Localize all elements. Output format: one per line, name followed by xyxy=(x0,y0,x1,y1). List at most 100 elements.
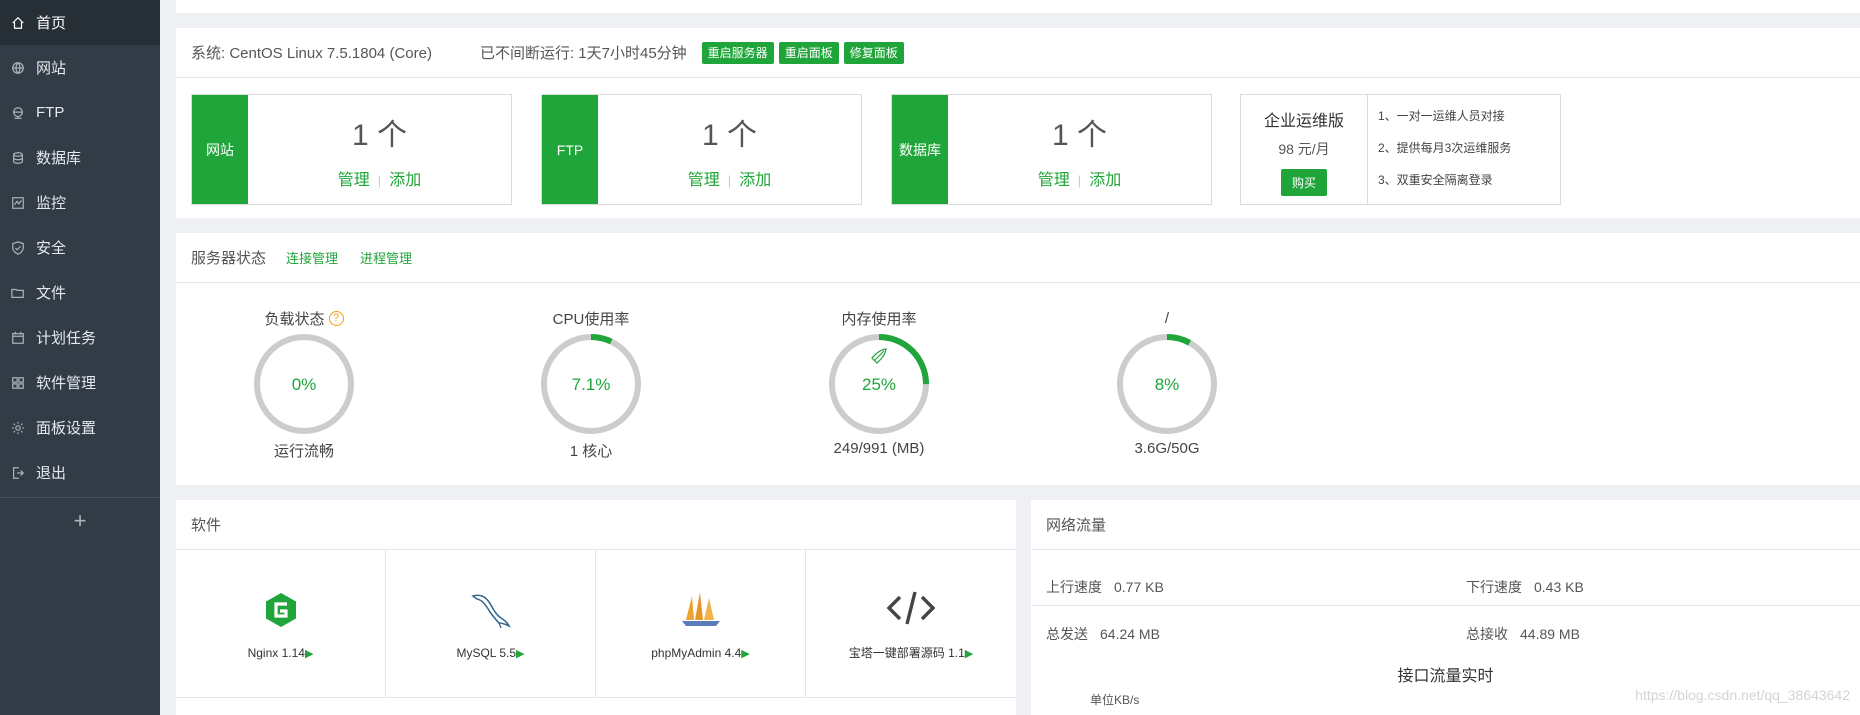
enterprise-feature: 1、一对一运维人员对接 xyxy=(1378,109,1505,123)
gauge-title: / xyxy=(1164,309,1170,327)
sidebar-item-software[interactable]: 软件管理 xyxy=(0,360,160,405)
total-received: 总接收 44.89 MB xyxy=(1466,626,1580,642)
sidebar-item-logout[interactable]: 退出 xyxy=(0,450,160,495)
grid-icon xyxy=(10,375,26,391)
server-status-panel: 服务器状态 连接管理 进程管理 xyxy=(176,233,1860,485)
connection-manage-link[interactable]: 连接管理 xyxy=(286,248,338,267)
database-icon xyxy=(10,150,26,166)
manage-ftp-link[interactable]: 管理 xyxy=(688,172,720,189)
manage-website-link[interactable]: 管理 xyxy=(338,172,370,189)
add-database-link[interactable]: 添加 xyxy=(1089,172,1121,189)
card-tag: 数据库 xyxy=(892,95,948,204)
sidebar-item-monitor[interactable]: 监控 xyxy=(0,180,160,225)
play-icon[interactable]: ▶ xyxy=(516,648,524,660)
cpu-gauge[interactable]: CPU使用率 7.1% 1 核心 xyxy=(516,308,666,461)
network-header: 网络流量 xyxy=(1031,500,1860,550)
sidebar-item-label: 计划任务 xyxy=(36,330,97,347)
restart-server-button[interactable]: 重启服务器 xyxy=(701,41,774,64)
software-name: Nginx 1.14 xyxy=(247,645,305,660)
sidebar-item-ftp[interactable]: FTP xyxy=(0,90,160,135)
gauge-ring: 7.1% xyxy=(541,334,641,434)
sidebar: 首页 网站 FTP 数据库 监控 安全 文件 计划任务 软件管理 面板设置 退出… xyxy=(0,0,160,715)
sidebar-item-website[interactable]: 网站 xyxy=(0,45,160,90)
play-icon[interactable]: ▶ xyxy=(741,648,749,660)
play-icon[interactable]: ▶ xyxy=(965,648,973,660)
software-name: phpMyAdmin 4.4 xyxy=(651,645,742,660)
sidebar-item-files[interactable]: 文件 xyxy=(0,270,160,315)
sidebar-item-security[interactable]: 安全 xyxy=(0,225,160,270)
enterprise-card: 企业运维版 98 元/月 购买 1、一对一运维人员对接 2、提供每月3次运维服务… xyxy=(1240,94,1561,205)
process-manage-link[interactable]: 进程管理 xyxy=(360,248,412,267)
gauge-title: 内存使用率 xyxy=(841,310,917,328)
enterprise-feature: 3、双重安全隔离登录 xyxy=(1378,173,1493,187)
memory-gauge[interactable]: 内存使用率 25% 249/991 (MB) xyxy=(804,308,954,457)
total-sent: 总发送 64.24 MB xyxy=(1046,626,1160,642)
upload-speed: 上行速度 0.77 KB xyxy=(1046,579,1164,595)
gauge-subtext: 1 核心 xyxy=(569,443,613,460)
link-separator: | xyxy=(727,172,732,188)
ftp-count-card: FTP 1 个 管理 | 添加 xyxy=(541,94,862,205)
sidebar-item-label: 首页 xyxy=(36,15,67,32)
gauge-subtext: 249/991 (MB) xyxy=(833,440,925,457)
sidebar-item-label: FTP xyxy=(36,104,65,121)
folder-icon xyxy=(10,285,26,301)
software-panel: 软件 Nginx 1.14▶ MySQL 5.5▶ phpMyAdmin 4.4… xyxy=(176,500,1016,715)
code-brackets-icon xyxy=(885,586,937,630)
status-title: 服务器状态 xyxy=(191,250,267,267)
repair-panel-button[interactable]: 修复面板 xyxy=(843,41,904,64)
add-ftp-link[interactable]: 添加 xyxy=(739,172,771,189)
website-count-card: 网站 1 个 管理 | 添加 xyxy=(191,94,512,205)
sidebar-item-home[interactable]: 首页 xyxy=(0,0,160,45)
uptime-info: 已不间断运行: 1天7小时45分钟 xyxy=(479,45,687,62)
link-separator: | xyxy=(377,172,382,188)
play-icon[interactable]: ▶ xyxy=(305,648,313,660)
system-panel: 系统: CentOS Linux 7.5.1804 (Core) 已不间断运行:… xyxy=(176,28,1860,218)
sidebar-item-panel-settings[interactable]: 面板设置 xyxy=(0,405,160,450)
gauge-subtext: 运行流畅 xyxy=(273,443,334,460)
restart-panel-button[interactable]: 重启面板 xyxy=(778,41,839,64)
sidebar-item-label: 网站 xyxy=(36,60,67,77)
chart-unit-label: 单位KB/s xyxy=(1090,693,1140,707)
add-website-link[interactable]: 添加 xyxy=(389,172,421,189)
gauge-value: 25% xyxy=(862,375,896,394)
globe-icon xyxy=(10,60,26,76)
buy-button[interactable]: 购买 xyxy=(1280,169,1327,196)
card-tag: FTP xyxy=(542,95,598,204)
load-gauge[interactable]: 负载状态? 0% 运行流畅 xyxy=(229,308,379,461)
rocket-icon[interactable] xyxy=(871,348,887,364)
gauge-title: 负载状态 xyxy=(264,310,325,328)
gauge-subtext: 3.6G/50G xyxy=(1134,440,1200,457)
gauge-ring: 25% xyxy=(829,334,929,434)
add-shortcut-button[interactable]: + xyxy=(0,498,160,544)
sidebar-item-label: 监控 xyxy=(36,195,67,212)
software-name: 宝塔一键部署源码 1.1 xyxy=(848,646,965,660)
enterprise-feature: 2、提供每月3次运维服务 xyxy=(1378,141,1512,155)
software-item-nginx[interactable]: Nginx 1.14▶ xyxy=(176,550,386,698)
phpmyadmin-sailboat-icon xyxy=(675,588,727,632)
home-icon xyxy=(10,15,26,31)
interface-traffic-chart-title: 接口流量实时 xyxy=(1397,668,1494,685)
software-item-bt-deploy[interactable]: 宝塔一键部署源码 1.1▶ xyxy=(806,550,1016,698)
manage-database-link[interactable]: 管理 xyxy=(1038,172,1070,189)
sidebar-item-label: 面板设置 xyxy=(36,420,97,437)
software-item-phpmyadmin[interactable]: phpMyAdmin 4.4▶ xyxy=(596,550,806,698)
disk-gauge[interactable]: / 8% 3.6G/50G xyxy=(1092,308,1242,457)
sidebar-item-label: 文件 xyxy=(36,285,67,302)
gauge-value: 0% xyxy=(292,375,317,394)
card-tag: 网站 xyxy=(192,95,248,204)
help-icon[interactable]: ? xyxy=(328,310,344,326)
software-item-mysql[interactable]: MySQL 5.5▶ xyxy=(386,550,596,698)
sidebar-item-database[interactable]: 数据库 xyxy=(0,135,160,180)
system-header: 系统: CentOS Linux 7.5.1804 (Core) 已不间断运行:… xyxy=(176,28,1860,78)
divider xyxy=(1031,605,1860,606)
ftp-icon xyxy=(10,105,26,121)
os-info: 系统: CentOS Linux 7.5.1804 (Core) xyxy=(191,45,432,62)
sidebar-item-label: 安全 xyxy=(36,240,67,257)
sidebar-item-cron[interactable]: 计划任务 xyxy=(0,315,160,360)
card-count: 1 个 xyxy=(351,118,408,152)
nginx-icon xyxy=(255,588,307,632)
card-count: 1 个 xyxy=(1051,118,1108,152)
software-name: MySQL 5.5 xyxy=(456,645,517,660)
gauge-value: 7.1% xyxy=(572,375,611,394)
watermark: https://blog.csdn.net/qq_38643642 xyxy=(1635,687,1850,703)
